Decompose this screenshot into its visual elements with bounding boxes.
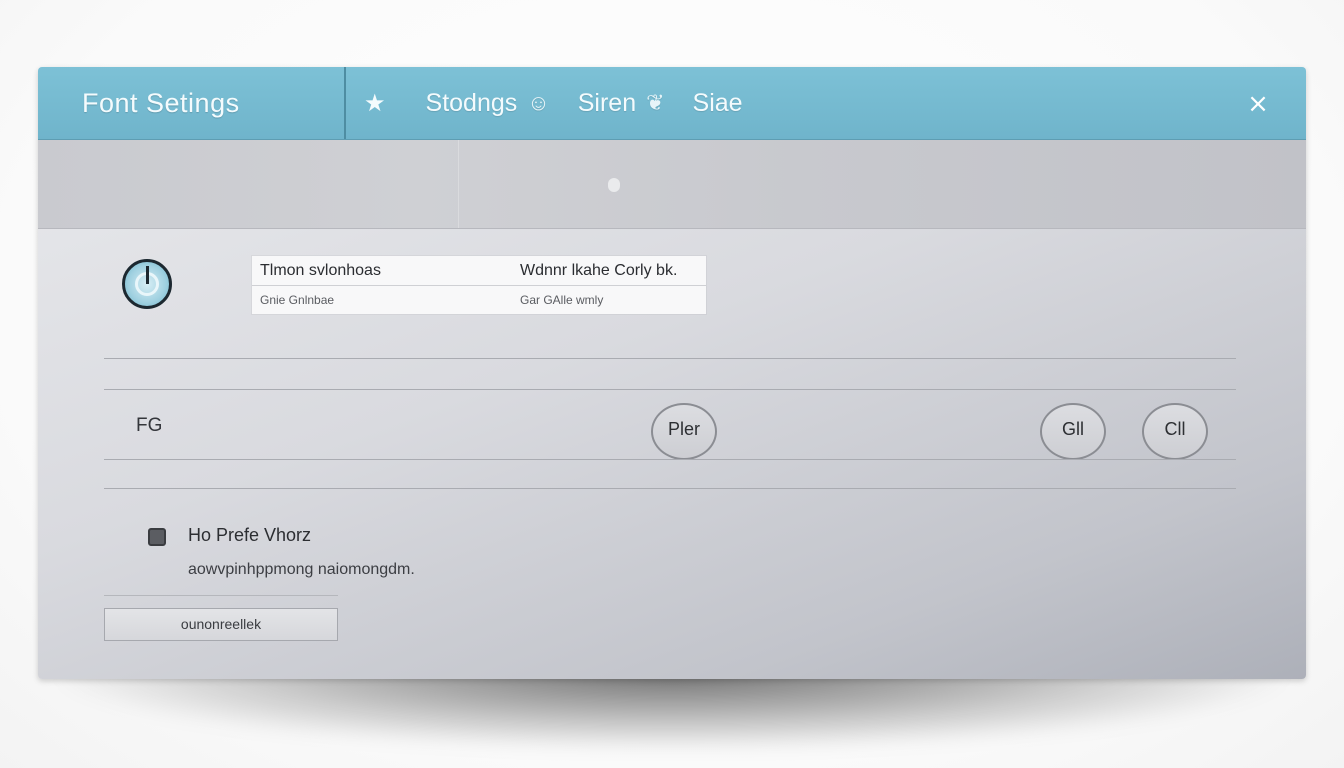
tab-stodngs[interactable]: Stodngs ☺ xyxy=(426,89,550,118)
table-header-row: Tlmon svlonhoas Wdnnr lkahe Corly bk. xyxy=(252,256,706,286)
divider xyxy=(104,389,1236,390)
heart-flourish-icon: ❦ xyxy=(646,90,665,115)
close-icon[interactable]: ⨯ xyxy=(1242,87,1274,119)
title-section: Font Setings xyxy=(38,67,346,139)
toolbar-indicator-icon xyxy=(608,178,620,192)
divider xyxy=(104,358,1236,359)
window-title: Font Setings xyxy=(82,87,240,118)
table-row[interactable]: Gnie Gnlnbae Gar GAlle wmly xyxy=(252,286,706,315)
title-bar: Font Setings ★ Stodngs ☺ Siren ❦ Siae ⨯ xyxy=(38,67,1306,140)
option-checkbox[interactable] xyxy=(148,528,166,546)
gll-button[interactable]: Gll xyxy=(1040,403,1106,460)
toolbar-band xyxy=(38,140,1306,229)
tab-label: Stodngs xyxy=(425,88,518,117)
font-settings-window: Font Setings ★ Stodngs ☺ Siren ❦ Siae ⨯ xyxy=(38,67,1306,679)
font-row-label: FG xyxy=(136,415,163,436)
divider xyxy=(104,488,1236,489)
tab-strip: ★ Stodngs ☺ Siren ❦ Siae xyxy=(358,67,771,139)
option-label: Ho Prefe Vhorz xyxy=(188,525,312,545)
tab-label: Siren xyxy=(577,88,637,117)
power-icon[interactable] xyxy=(122,259,172,309)
divider xyxy=(104,459,1236,460)
table-cell: Gar GAlle wmly xyxy=(520,293,604,307)
tab-label: Siae xyxy=(692,88,743,117)
tab-siae[interactable]: Siae xyxy=(693,89,743,118)
action-button[interactable]: ounonreellek xyxy=(104,608,338,641)
star-icon[interactable]: ★ xyxy=(364,89,386,118)
table-cell: Gnie Gnlnbae xyxy=(260,293,335,307)
cll-button[interactable]: Cll xyxy=(1142,403,1208,460)
face-icon: ☺ xyxy=(527,90,550,115)
tab-siren[interactable]: Siren ❦ xyxy=(578,89,665,118)
table-header-cell: Tlmon svlonhoas xyxy=(260,262,381,279)
pler-button[interactable]: Pler xyxy=(651,403,717,460)
toolbar-divider xyxy=(458,140,459,228)
divider xyxy=(104,595,338,596)
option-description: aowvpinhppmong naiomongdm. xyxy=(188,561,415,578)
screen: Font Setings ★ Stodngs ☺ Siren ❦ Siae ⨯ xyxy=(0,0,1344,768)
table-header-cell: Wdnnr lkahe Corly bk. xyxy=(520,262,678,279)
font-table: Tlmon svlonhoas Wdnnr lkahe Corly bk. Gn… xyxy=(252,256,706,314)
